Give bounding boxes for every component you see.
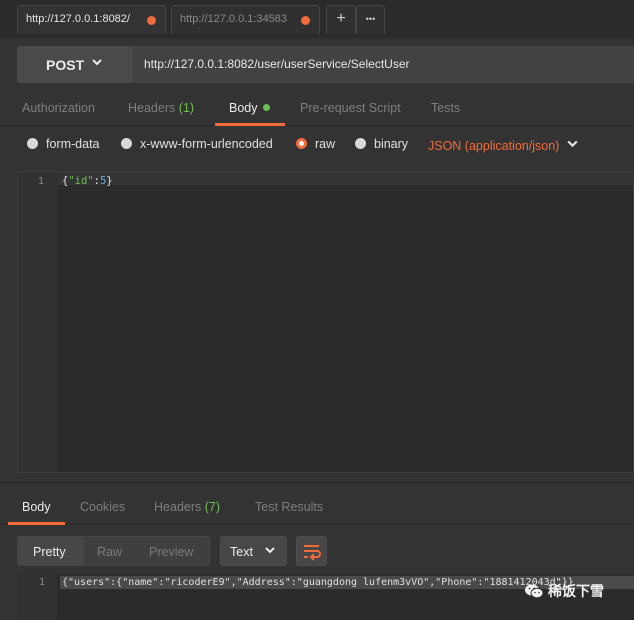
url-input[interactable]: http://127.0.0.1:8082/user/userService/S… bbox=[144, 57, 409, 71]
unsaved-dot-icon bbox=[301, 16, 310, 25]
response-json: {"users":{"name":"ricoderE9","Address":"… bbox=[62, 577, 574, 588]
chevron-down-icon[interactable] bbox=[566, 137, 579, 153]
watermark: 稀饭下雪 bbox=[524, 581, 604, 601]
radio-label: binary bbox=[374, 137, 409, 151]
tab-authorization[interactable]: Authorization bbox=[22, 101, 95, 115]
radio-circle-icon bbox=[355, 138, 366, 149]
pretty-button[interactable]: Pretty bbox=[33, 545, 66, 559]
tab-request-1[interactable]: http://127.0.0.1:8082/ bbox=[17, 5, 166, 34]
tab-label: http://127.0.0.1:8082/ bbox=[26, 13, 130, 25]
active-tab-indicator bbox=[8, 522, 65, 525]
tab-headers-label: Headers bbox=[128, 101, 176, 115]
code-line: {"id":5} bbox=[62, 175, 113, 187]
radio-binary[interactable]: binary bbox=[355, 137, 408, 151]
tab-strip: http://127.0.0.1:8082/ http://127.0.0.1:… bbox=[0, 0, 634, 38]
format-label: Text bbox=[230, 545, 253, 559]
line-gutter bbox=[17, 574, 57, 620]
chevron-down-icon bbox=[91, 56, 103, 71]
status-dot-icon bbox=[262, 104, 270, 111]
tab-cookies[interactable]: Cookies bbox=[80, 500, 125, 514]
tab-headers[interactable]: Headers (1) bbox=[128, 101, 194, 115]
active-tab-indicator bbox=[215, 123, 285, 126]
tab-tests[interactable]: Tests bbox=[431, 101, 460, 115]
radio-urlencoded[interactable]: x-www-form-urlencoded bbox=[121, 137, 273, 151]
radio-circle-icon bbox=[121, 138, 132, 149]
line-gutter bbox=[18, 172, 58, 472]
tab-headers-label: Headers bbox=[154, 500, 202, 514]
radio-circle-icon bbox=[27, 138, 38, 149]
response-tabs: Body Cookies Headers (7) Test Results bbox=[0, 483, 634, 525]
new-tab-button[interactable]: + bbox=[326, 5, 356, 34]
json-key: "id" bbox=[68, 175, 94, 187]
unsaved-dot-icon bbox=[147, 16, 156, 25]
line-number: 1 bbox=[38, 176, 45, 187]
tab-response-body[interactable]: Body bbox=[22, 500, 51, 514]
line-number: 1 bbox=[39, 577, 46, 588]
ellipsis-icon: ••• bbox=[365, 14, 376, 24]
chevron-down-icon bbox=[264, 544, 276, 559]
watermark-text: 稀饭下雪 bbox=[548, 583, 604, 599]
content-type-select[interactable]: JSON (application/json) bbox=[428, 139, 559, 153]
radio-label: x-www-form-urlencoded bbox=[140, 137, 273, 151]
raw-button[interactable]: Raw bbox=[97, 545, 122, 559]
radio-raw[interactable]: raw bbox=[296, 137, 335, 151]
method-select[interactable]: POST bbox=[17, 46, 133, 83]
headers-count: (7) bbox=[204, 500, 221, 514]
tab-response-headers[interactable]: Headers (7) bbox=[154, 500, 220, 514]
active-line-highlight bbox=[58, 172, 633, 185]
brace-close: } bbox=[106, 175, 113, 187]
tab-body[interactable]: Body bbox=[229, 101, 270, 115]
preview-button[interactable]: Preview bbox=[149, 545, 193, 559]
radio-label: form-data bbox=[46, 137, 100, 151]
more-tabs-button[interactable]: ••• bbox=[356, 5, 385, 34]
radio-label: raw bbox=[315, 137, 336, 151]
wrap-lines-button[interactable] bbox=[296, 536, 327, 566]
tab-label: http://127.0.0.1:34583 bbox=[180, 13, 288, 25]
request-bar: POST http://127.0.0.1:8082/user/userServ… bbox=[17, 46, 634, 83]
method-label: POST bbox=[46, 57, 85, 73]
format-select[interactable]: Text bbox=[220, 536, 287, 566]
wrap-lines-icon bbox=[304, 545, 321, 561]
request-tabs: Authorization Headers (1) Body Pre-reque… bbox=[0, 92, 634, 126]
tab-prerequest-script[interactable]: Pre-request Script bbox=[300, 101, 401, 115]
radio-selected-icon bbox=[296, 138, 307, 149]
wechat-icon bbox=[525, 584, 544, 599]
tab-request-2[interactable]: http://127.0.0.1:34583 bbox=[171, 5, 320, 34]
request-body-editor[interactable]: 1 {"id":5} bbox=[17, 171, 634, 473]
headers-count: (1) bbox=[178, 101, 195, 115]
plus-icon: + bbox=[336, 10, 346, 27]
tab-body-label: Body bbox=[229, 101, 258, 115]
view-mode-group: Pretty Raw Preview bbox=[17, 536, 210, 566]
radio-form-data[interactable]: form-data bbox=[27, 137, 100, 151]
tab-test-results[interactable]: Test Results bbox=[255, 500, 323, 514]
